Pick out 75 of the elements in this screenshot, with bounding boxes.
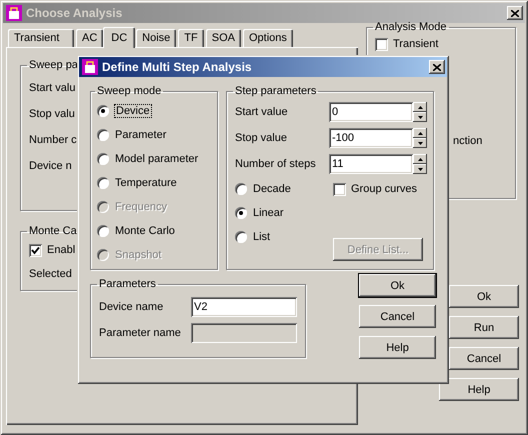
radio-label: Frequency (115, 201, 167, 213)
dialog-button[interactable]: Run (449, 316, 519, 339)
dialog-button[interactable]: Help (439, 378, 519, 401)
radio-label: Decade (253, 183, 291, 195)
dialog-button[interactable]: Cancel (359, 305, 436, 328)
radio-button[interactable] (235, 183, 247, 195)
radio-label: Snapshot (115, 249, 162, 261)
field-label: Parameter name (99, 327, 182, 339)
field-label: Start valu (29, 82, 76, 94)
radio-label: List (253, 231, 270, 243)
radio-button[interactable] (97, 105, 109, 117)
tab[interactable]: Transient (8, 29, 74, 47)
close-icon (511, 10, 519, 16)
radio-label: Model parameter (115, 153, 198, 165)
radio-button[interactable] (97, 153, 109, 165)
input-field[interactable]: 0 (329, 102, 413, 122)
field-label: Stop value (235, 132, 288, 144)
window-title: Choose Analysis (26, 6, 124, 20)
checkbox-label: Enabl (47, 244, 76, 256)
app-icon (82, 59, 98, 75)
radio-label: Monte Carlo (115, 225, 175, 237)
option-label: nction (453, 135, 482, 147)
group-title: Sweep pa (28, 59, 79, 71)
up-arrow-icon (418, 132, 422, 134)
field-label: Device name (99, 301, 164, 313)
tab[interactable]: Options (242, 29, 293, 47)
dialog-button[interactable]: Ok (359, 274, 436, 297)
field-label: Start value (235, 106, 289, 118)
group-title: Parameters (98, 278, 157, 290)
close-icon (433, 64, 441, 70)
dialog-button[interactable]: Cancel (449, 347, 519, 370)
dialog-button[interactable]: Ok (449, 285, 519, 308)
field-label: Selected (29, 268, 72, 280)
radio-label: Parameter (115, 129, 166, 141)
field-label: Number of steps (235, 158, 317, 170)
up-arrow-icon (418, 106, 422, 108)
field-label: Device n (29, 160, 72, 172)
radio-button[interactable] (235, 207, 247, 219)
down-arrow-icon (418, 168, 422, 170)
spin-button[interactable] (413, 102, 427, 122)
checkbox[interactable] (333, 182, 346, 196)
group-title: Monte Ca (28, 225, 78, 237)
checkbox-label: Group curves (351, 183, 418, 195)
tab[interactable]: DC (103, 27, 136, 48)
checkbox-label: Transient (393, 38, 438, 50)
field-label: Number c (29, 134, 77, 146)
radio-button[interactable] (97, 225, 109, 237)
close-button[interactable] (429, 60, 445, 74)
checkbox[interactable] (29, 244, 42, 256)
down-arrow-icon (418, 116, 422, 118)
dialog-button[interactable]: Help (359, 336, 436, 359)
radio-button[interactable] (97, 177, 109, 189)
spin-button[interactable] (413, 128, 427, 148)
radio-label: Linear (253, 207, 284, 219)
checkbox[interactable] (375, 38, 388, 50)
down-arrow-icon (418, 142, 422, 144)
radio-button[interactable] (235, 231, 247, 243)
tab[interactable]: SOA (206, 29, 241, 47)
group-title: Analysis Mode (374, 21, 448, 33)
group-title: Step parameters (234, 85, 318, 97)
input-field[interactable]: 11 (329, 154, 413, 174)
app-icon (6, 5, 22, 21)
dialog-title: Define Multi Step Analysis (102, 60, 253, 74)
up-arrow-icon (418, 158, 422, 160)
field-label: Stop valu (29, 108, 75, 120)
spin-button[interactable] (413, 154, 427, 174)
radio-label: Device (115, 105, 151, 117)
input-field[interactable]: -100 (329, 128, 413, 148)
radio-label: Temperature (115, 177, 177, 189)
radio-button[interactable] (97, 129, 109, 141)
tab[interactable]: AC (76, 29, 104, 47)
tab[interactable]: Noise (136, 29, 176, 47)
tab[interactable]: TF (178, 29, 204, 47)
group-title: Sweep mode (96, 85, 162, 97)
input-field[interactable]: V2 (191, 297, 297, 317)
